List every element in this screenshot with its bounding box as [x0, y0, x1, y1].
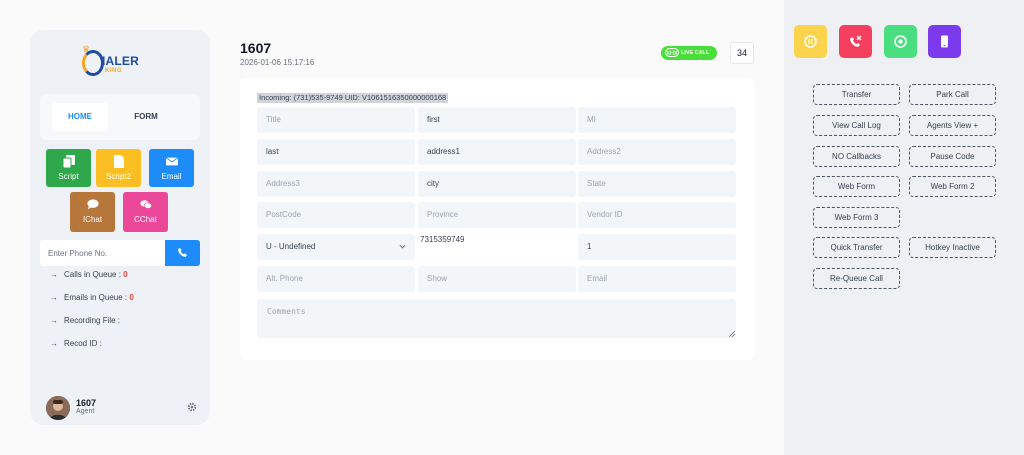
avatar — [46, 396, 70, 420]
tab-home[interactable]: HOME — [52, 103, 108, 131]
incoming-call-info: Incoming: (731)535-9749 UID: V1061516350… — [257, 93, 449, 103]
gender-select-value: U - Undefined — [266, 242, 316, 251]
phone-input[interactable] — [40, 240, 165, 266]
calls-in-queue-count: 0 — [123, 270, 128, 279]
record-icon — [894, 35, 907, 48]
script2-button[interactable]: Script2 — [96, 149, 141, 187]
logo-subtext: KING — [105, 68, 122, 74]
phone-icon — [178, 248, 187, 257]
middle-initial-field[interactable]: MI — [578, 107, 736, 133]
comments-textarea[interactable]: Comments — [257, 299, 736, 338]
call-counter: 34 — [730, 42, 754, 64]
recording-file: → Recording File : — [50, 316, 120, 325]
arrow-right-icon: → — [50, 293, 58, 302]
calls-in-queue-label: Calls in Queue : — [64, 270, 124, 279]
web-form-3-button[interactable]: Web Form 3 — [813, 207, 900, 228]
script-button[interactable]: Script — [46, 149, 91, 187]
address3-field[interactable]: Address3 — [257, 171, 415, 197]
no-callbacks-button[interactable]: NO Callbacks — [813, 146, 900, 167]
logo: ♛ IALER KING — [82, 44, 162, 82]
vendor-id-field[interactable]: Vendor ID — [578, 202, 736, 228]
resize-handle-icon[interactable] — [729, 331, 735, 337]
transfer-button[interactable]: Transfer — [813, 84, 900, 105]
address1-field[interactable]: address1 — [418, 139, 576, 165]
last-name-field[interactable]: last — [257, 139, 415, 165]
copy-icon — [62, 155, 75, 168]
arrow-right-icon: → — [50, 339, 58, 348]
record-button[interactable] — [884, 25, 917, 58]
state-field[interactable]: State — [578, 171, 736, 197]
pause-button[interactable] — [794, 25, 827, 58]
script2-label: Script2 — [106, 172, 131, 181]
city-field[interactable]: city — [418, 171, 576, 197]
dial-button[interactable] — [165, 240, 200, 266]
emails-in-queue-label: Emails in Queue : — [64, 293, 130, 302]
park-call-button[interactable]: Park Call — [909, 84, 996, 105]
phone-code-field[interactable]: 1 — [578, 234, 736, 260]
email-label: Email — [161, 172, 182, 181]
call-datetime: 2026-01-06 15:17:16 — [240, 58, 315, 67]
pause-icon — [804, 35, 817, 48]
arrow-right-icon: → — [50, 316, 58, 325]
agent-role: Agent — [76, 408, 95, 415]
web-form-button[interactable]: Web Form — [813, 176, 900, 197]
envelope-icon — [165, 157, 178, 166]
sidebar: ♛ IALER KING HOME FORM Script Script2 Em… — [30, 30, 210, 425]
document-icon — [113, 155, 124, 168]
live-call-label: LIVE CALL — [681, 50, 710, 56]
hotkey-inactive-button[interactable]: Hotkey Inactive — [909, 237, 996, 258]
mobile-button[interactable] — [928, 25, 961, 58]
phone-dial-row — [40, 240, 200, 266]
chat-bubble-icon — [86, 199, 99, 210]
show-field[interactable]: Show — [418, 266, 576, 292]
postcode-field[interactable]: PostCode — [257, 202, 415, 228]
web-form-2-button[interactable]: Web Form 2 — [909, 176, 996, 197]
ichat-label: IChat — [82, 215, 103, 224]
phone-number-field[interactable]: 7315359749 — [418, 234, 576, 260]
recording-file-label: Recording File : — [64, 316, 121, 325]
cchat-button[interactable]: CChat — [123, 192, 168, 232]
live-signal-icon: (((•))) — [665, 48, 679, 58]
emails-in-queue-count: 0 — [129, 293, 134, 302]
nav-tabs: HOME FORM — [40, 94, 200, 140]
first-name-field[interactable]: first — [418, 107, 576, 133]
chevron-down-icon — [399, 244, 406, 249]
alt-phone-field[interactable]: Alt. Phone — [257, 266, 415, 292]
script-label: Script — [58, 172, 79, 181]
tab-form[interactable]: FORM — [118, 103, 174, 131]
gender-select[interactable]: U - Undefined — [257, 234, 415, 260]
live-call-badge: (((•))) LIVE CALL — [661, 46, 717, 60]
agent-name: 1607 — [76, 398, 97, 408]
logo-text: IALER — [102, 54, 139, 68]
province-field[interactable]: Province — [418, 202, 576, 228]
cchat-label: CChat — [134, 215, 157, 224]
logo-mark — [82, 50, 104, 76]
address2-field[interactable]: Address2 — [578, 139, 736, 165]
email-field[interactable]: Email — [578, 266, 736, 292]
chat-bubbles-icon — [139, 200, 152, 209]
record-id: → Recod ID : — [50, 339, 102, 348]
arrow-right-icon: → — [50, 270, 58, 279]
view-call-log-button[interactable]: View Call Log — [813, 115, 900, 136]
title-field[interactable]: Title — [257, 107, 415, 133]
hangup-button[interactable] — [839, 25, 872, 58]
pause-code-button[interactable]: Pause Code — [909, 146, 996, 167]
gear-icon[interactable] — [187, 402, 197, 412]
agent-extension: 1607 — [240, 40, 272, 56]
record-id-label: Recod ID : — [64, 339, 102, 348]
mobile-icon — [941, 35, 948, 48]
calls-in-queue: → Calls in Queue : 0 — [50, 270, 128, 279]
ichat-button[interactable]: IChat — [70, 192, 115, 232]
agents-view-button[interactable]: Agents View + — [909, 115, 996, 136]
email-button[interactable]: Email — [149, 149, 194, 187]
emails-in-queue: → Emails in Queue : 0 — [50, 293, 134, 302]
quick-transfer-button[interactable]: Quick Transfer — [813, 237, 900, 258]
hangup-icon — [850, 35, 862, 47]
requeue-call-button[interactable]: Re-Queue Call — [813, 268, 900, 289]
